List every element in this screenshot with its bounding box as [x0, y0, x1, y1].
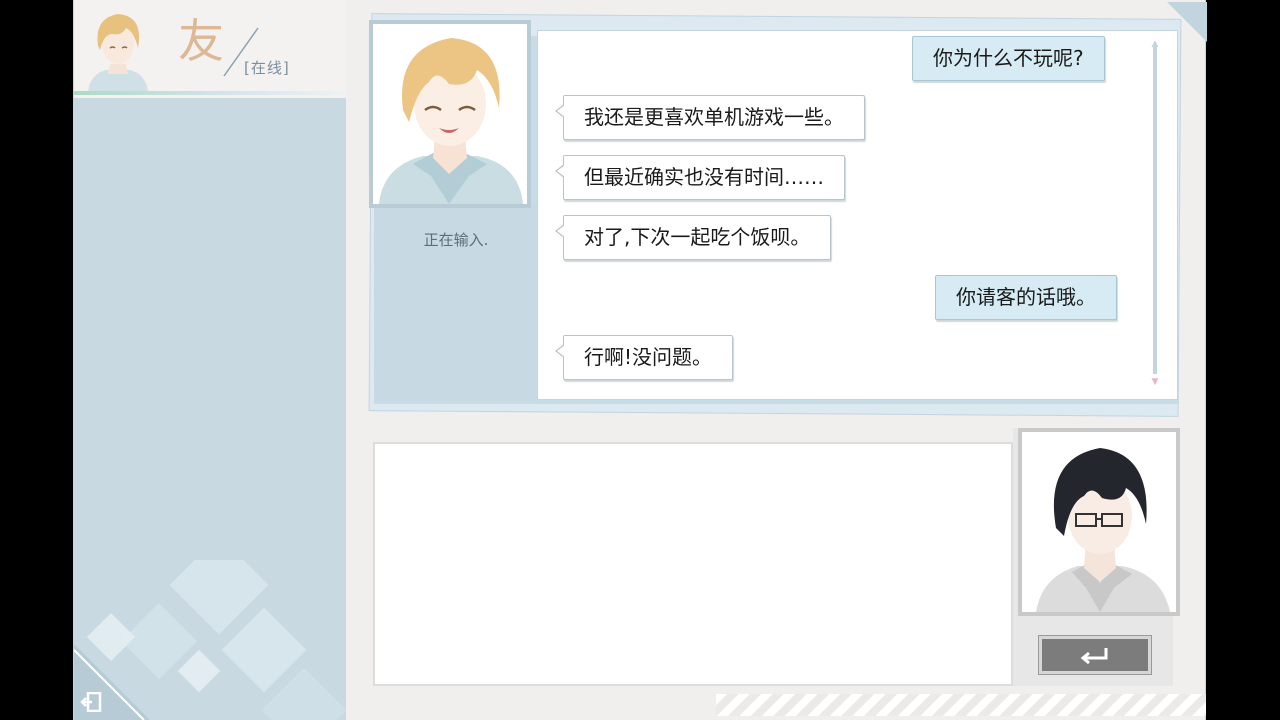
typing-indicator: 正在输入.: [423, 231, 489, 249]
friend-portrait-image: [373, 24, 527, 204]
scrollbar-track[interactable]: [1153, 46, 1157, 374]
friend-portrait: [369, 20, 531, 208]
contact-list-panel: [74, 98, 346, 720]
exit-icon: [80, 692, 102, 712]
chevron-down-icon[interactable]: ▼: [1150, 376, 1160, 388]
message-bubble-friend: 对了,下次一起吃个饭呗。: [554, 215, 832, 260]
exit-button[interactable]: [78, 690, 104, 714]
contact-avatar: [88, 14, 148, 92]
send-button[interactable]: [1038, 635, 1152, 675]
contact-online-status: [在线]: [244, 59, 290, 77]
message-input[interactable]: [373, 442, 1013, 686]
player-portrait-image: [1022, 432, 1176, 612]
message-bubble-friend: 我还是更喜欢单机游戏一些。: [555, 95, 865, 140]
enter-return-icon: [1080, 648, 1108, 664]
header-divider: [74, 91, 346, 95]
message-bubble-self: 你为什么不玩呢?: [912, 36, 1105, 81]
diamond-pattern-decoration: [74, 560, 346, 720]
game-window: 友 [在线] 正在输入. 你为什么不玩呢? 我还是更喜欢单机游戏一些。 但最近确…: [73, 0, 1207, 720]
message-bubble-friend: 行啊!没问题。: [554, 335, 734, 380]
message-bubble-self: 你请客的话哦。: [935, 275, 1117, 320]
contact-name: 友: [178, 14, 224, 68]
message-bubble-friend: 但最近确实也没有时间……: [555, 155, 845, 200]
player-portrait: [1018, 428, 1180, 616]
stripe-decoration: [716, 694, 1206, 716]
contact-header: 友 [在线]: [74, 0, 346, 98]
chat-scrollbar[interactable]: ▲ ▼: [1150, 38, 1160, 388]
